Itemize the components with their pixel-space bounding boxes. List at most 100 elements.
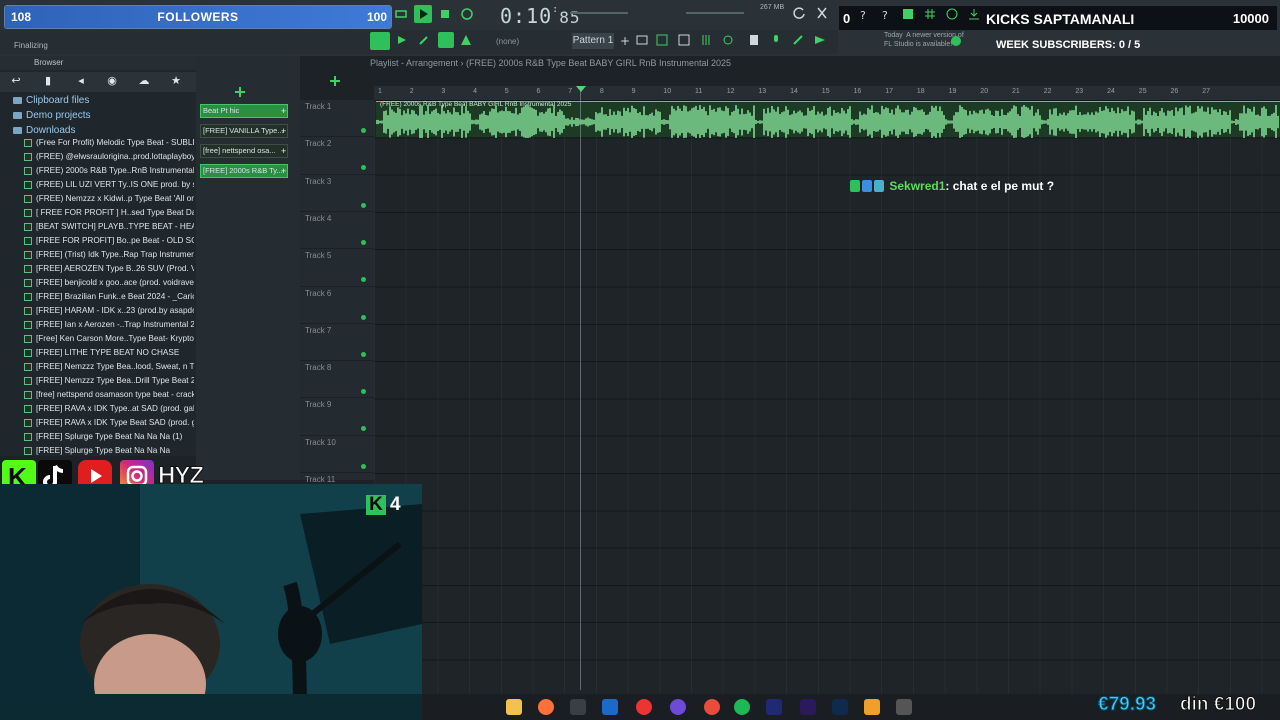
track-mute-led[interactable] [361,389,366,395]
save-icon[interactable] [902,8,914,20]
playlist-icon[interactable] [636,34,648,46]
plugin-icon[interactable]: ◉ [106,75,118,87]
chat-bubble-icon[interactable] [946,8,958,20]
picker-add-icon[interactable]: + [281,125,287,137]
playhead[interactable] [580,86,581,690]
picker-add-icon[interactable] [234,86,246,98]
after-effects-icon[interactable] [766,699,782,715]
star-icon[interactable]: ★ [170,75,182,87]
browser-file[interactable]: [FREE] (Trist) Idk Type..Rap Trap Instru… [24,248,194,262]
chrome-icon[interactable] [704,699,720,715]
hint-icon[interactable]: ? [880,8,892,22]
send-icon[interactable] [814,34,826,46]
picker-item[interactable]: Beat Pt hic + [200,104,288,118]
picker-add-icon[interactable]: + [281,105,287,117]
playhead-marker[interactable] [576,86,586,92]
download-icon[interactable] [968,8,980,20]
track-name[interactable]: Track 1 [305,102,331,111]
timeline-ruler[interactable]: 1 2 3 4 5 6 7 8 9 10 11 12 13 14 15 16 17 18 19 20 21 22 23 24 2… [374,86,1280,100]
playlist-grid[interactable] [374,100,1280,696]
master-pitch-slider[interactable] [570,12,628,14]
refresh-icon[interactable] [792,6,806,20]
track-name[interactable]: Track 6 [305,289,331,298]
track-name[interactable]: Track 10 [305,438,336,447]
arrow-right-icon[interactable] [396,34,408,46]
pattern-mode-button[interactable] [370,32,390,50]
app-icon[interactable] [570,699,586,715]
track-mute-led[interactable] [361,463,366,469]
browser-file[interactable]: [FREE] Brazilian Funk..e Beat 2024 - _Ca… [24,290,194,304]
obs-icon[interactable] [636,699,652,715]
spotify-icon[interactable] [734,699,750,715]
browser-file[interactable]: [free] nettspend osamason type beat - cr… [24,388,194,402]
browser-file[interactable]: [FREE FOR PROFIT] Bo..pe Beat - OLD SCHO… [24,234,194,248]
track-name[interactable]: Track 3 [305,177,331,186]
track-mute-led[interactable] [361,239,366,245]
picker-item[interactable]: [FREE] VANILLA Type... + [200,124,288,138]
track-mute-led[interactable] [361,314,366,320]
cut-icon[interactable] [816,6,828,20]
browser-file[interactable]: (Free For Profit) Melodic Type Beat - SU… [24,136,194,150]
track-name[interactable]: Track 11 [305,475,335,484]
browser-file[interactable]: [FREE] Ian x Aerozen -..Trap Instrumenta… [24,318,194,332]
plugin-picker-icon[interactable] [722,34,734,46]
channel-rack-icon[interactable] [678,34,690,46]
premiere-icon[interactable] [800,699,816,715]
online-icon[interactable] [950,35,962,47]
track-name[interactable]: Track 9 [305,400,331,409]
record-icon[interactable] [460,7,474,21]
browser-file[interactable]: [FREE] RAVA x IDK Type Beat SAD (prod. g… [24,416,194,430]
browser-file[interactable]: (FREE) @elwsraulorigina..prod.lottaplayb… [24,150,194,164]
mic-icon[interactable] [770,34,782,46]
discord-icon[interactable] [670,699,686,715]
tools-icon[interactable] [792,34,804,46]
pattern-selector[interactable]: Pattern 1 [572,33,614,49]
browser-icon[interactable] [748,34,760,46]
browser-file[interactable]: [FREE] Splurge Type Beat Na Na Na (1) [24,430,194,444]
browser-file[interactable]: (FREE) LIL UZI VERT Ty..IS ONE prod. by … [24,178,194,192]
picker-item[interactable]: [free] nettspend osa... + [200,144,288,158]
metronome-icon[interactable] [460,34,472,46]
mixer-icon[interactable] [700,34,712,46]
track-name[interactable]: Track 4 [305,214,331,223]
track-mute-led[interactable] [361,165,366,171]
stop-icon[interactable] [438,7,452,21]
picker-add-icon[interactable]: + [281,145,287,157]
file-explorer-icon[interactable] [506,699,522,715]
steam-icon[interactable] [602,699,618,715]
zoom-icon[interactable] [330,76,340,86]
browser-file[interactable]: [FREE] Splurge Type Beat Na Na Na [24,444,194,458]
browser-file[interactable]: (FREE) Nemzzz x Kidwi..p Type Beat 'All … [24,192,194,206]
track-mute-led[interactable] [361,277,366,283]
browser-file[interactable]: [FREE] AEROZEN Type B..26 SUV (Prod. Vis… [24,262,194,276]
speaker-icon[interactable]: ◂ [75,75,87,87]
photoshop-icon[interactable] [832,699,848,715]
cloud-icon[interactable]: ☁ [138,75,150,87]
track-name[interactable]: Track 5 [305,251,331,260]
browser-file[interactable]: [Free] Ken Carson More..Type Beat- Krypt… [24,332,194,346]
browser-file[interactable]: [FREE] HARAM - IDK x..23 (prod.by asapdo… [24,304,194,318]
piano-roll-icon[interactable] [656,34,668,46]
back-icon[interactable]: ↩ [10,75,22,87]
brush-icon[interactable] [438,32,454,48]
pencil-icon[interactable] [418,34,430,46]
track-name[interactable]: Track 8 [305,363,331,372]
browser-file[interactable]: [FREE] RAVA x IDK Type..at SAD (prod. ga… [24,402,194,416]
firefox-icon[interactable] [538,699,554,715]
grid-icon[interactable] [924,8,936,20]
track-mute-led[interactable] [361,351,366,357]
track-name[interactable]: Track 7 [305,326,331,335]
add-pattern-icon[interactable]: + [620,34,630,48]
help-icon[interactable]: ? [858,8,870,22]
pat-song-icon[interactable] [394,7,408,21]
fl-studio-icon[interactable] [864,699,880,715]
browser-file[interactable]: [ FREE FOR PROFIT ] H..sed Type Beat Dar… [24,206,194,220]
browser-folder[interactable]: Demo projects [13,109,90,123]
browser-file[interactable]: [FREE] Nemzzz Type Bea..lood, Sweat, n T… [24,360,194,374]
browser-file[interactable]: (FREE) 2000s R&B Type..RnB Instrumental … [24,164,194,178]
browser-folder[interactable]: Clipboard files [13,94,89,108]
picker-add-icon[interactable]: + [281,165,287,177]
settings-icon[interactable] [896,699,912,715]
picker-item[interactable]: [FREE] 2000s R&B Ty... + [200,164,288,178]
browser-file[interactable]: [FREE] benjicold x goo..ace (prod. voidr… [24,276,194,290]
